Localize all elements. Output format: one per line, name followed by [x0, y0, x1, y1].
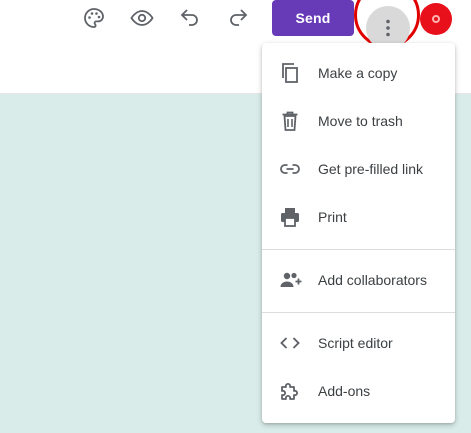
menu-item-label: Add collaborators: [318, 272, 427, 288]
code-icon: [278, 331, 302, 355]
menu-item-label: Get pre-filled link: [318, 161, 424, 177]
palette-icon[interactable]: [82, 6, 106, 30]
menu-item-label: Add-ons: [318, 383, 371, 399]
trash-icon: [278, 109, 302, 133]
copy-icon: [278, 61, 302, 85]
menu-item-label: Move to trash: [318, 113, 403, 129]
menu-item-add-ons[interactable]: Add-ons: [262, 369, 455, 413]
more-options-highlight: [354, 0, 420, 50]
add-people-icon: [278, 268, 302, 292]
menu-item-label: Script editor: [318, 335, 393, 351]
more-options-menu: Make a copy Move to trash Get pre-filled…: [262, 43, 455, 423]
redo-icon[interactable]: [226, 6, 250, 30]
undo-icon[interactable]: [178, 6, 202, 30]
menu-item-script-editor[interactable]: Script editor: [262, 321, 455, 365]
menu-item-label: Make a copy: [318, 65, 398, 81]
menu-divider: [262, 312, 455, 313]
menu-item-print[interactable]: Print: [262, 195, 455, 239]
avatar[interactable]: [420, 3, 452, 35]
menu-item-make-a-copy[interactable]: Make a copy: [262, 51, 455, 95]
menu-item-move-to-trash[interactable]: Move to trash: [262, 99, 455, 143]
menu-item-add-collaborators[interactable]: Add collaborators: [262, 258, 455, 302]
eye-icon[interactable]: [130, 6, 154, 30]
menu-item-get-pre-filled-link[interactable]: Get pre-filled link: [262, 147, 455, 191]
menu-divider: [262, 249, 455, 250]
printer-icon: [278, 205, 302, 229]
link-icon: [278, 157, 302, 181]
vertical-dots-icon: [386, 19, 390, 37]
menu-item-label: Print: [318, 209, 347, 225]
puzzle-icon: [278, 379, 302, 403]
send-button[interactable]: Send: [272, 0, 354, 36]
